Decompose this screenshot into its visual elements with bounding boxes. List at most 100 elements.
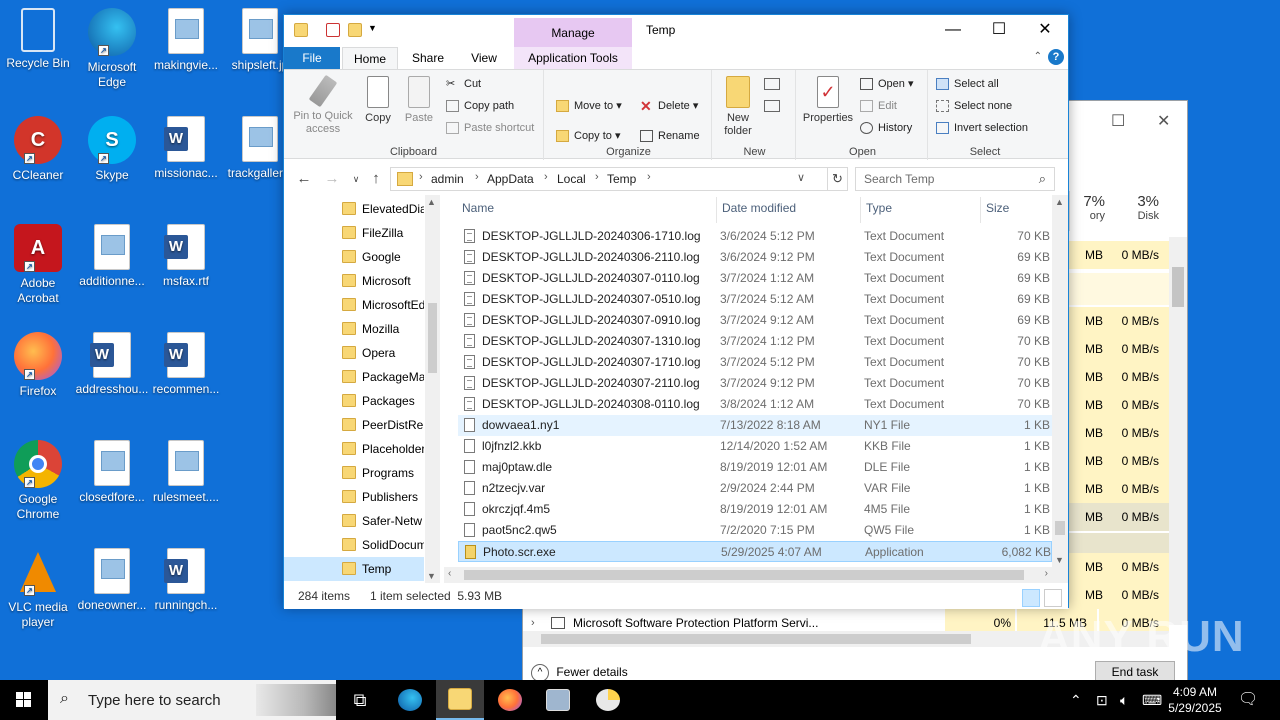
file-row[interactable]: Photo.scr.exe 5/29/2025 4:07 AM Applicatio… — [458, 541, 1052, 562]
file-row[interactable]: paot5nc2.qw5 7/2/2020 7:15 PM QW5 File 1 KB — [458, 520, 1052, 541]
file-row[interactable]: DESKTOP-JGLLJLD-20240307-1710.log 3/7/202… — [458, 352, 1052, 373]
file-list-hscrollbar[interactable]: ‹ › — [444, 567, 1052, 583]
file-row[interactable]: DESKTOP-JGLLJLD-20240307-2110.log 3/7/202… — [458, 373, 1052, 394]
pin-quick-access-button[interactable]: Pin to Quick access — [288, 74, 358, 136]
maximize-icon[interactable]: ☐ — [976, 15, 1022, 45]
nav-item-safer-netw[interactable]: Safer-Netw — [284, 509, 424, 533]
word-file-icon[interactable]: W runningch... — [148, 548, 224, 613]
vlc-icon[interactable]: ↗ VLC media player — [0, 548, 76, 630]
word-file-icon[interactable]: W addresshou... — [74, 332, 150, 397]
taskbar-clock[interactable]: 4:09 AM 5/29/2025 — [1160, 684, 1230, 716]
task-manager-taskbar-icon[interactable] — [584, 680, 632, 720]
recent-locations-icon[interactable]: ∨ — [346, 169, 366, 189]
nav-item-soliddocum[interactable]: SolidDocum — [284, 533, 424, 557]
close-icon[interactable]: ✕ — [1022, 15, 1068, 45]
file-row[interactable]: n2tzecjv.var 2/9/2024 2:44 PM VAR File 1 KB — [458, 478, 1052, 499]
nav-item-placeholder[interactable]: Placeholder — [284, 437, 424, 461]
close-icon[interactable]: ✕ — [1157, 111, 1170, 131]
image-file-icon[interactable]: doneowner... — [74, 548, 150, 613]
new-folder-icon[interactable] — [348, 23, 362, 37]
delete-button[interactable]: ✕ Delete ▾ — [640, 96, 698, 116]
file-row[interactable]: okrczjqf.4m5 8/19/2019 12:01 AM 4M5 File 1 … — [458, 499, 1052, 520]
nav-item-programs[interactable]: Programs — [284, 461, 424, 485]
tab-application-tools[interactable]: Application Tools — [514, 47, 632, 69]
new-item-icon[interactable] — [764, 78, 780, 90]
file-row[interactable]: DESKTOP-JGLLJLD-20240307-0110.log 3/7/202… — [458, 268, 1052, 289]
nav-item-publishers[interactable]: Publishers — [284, 485, 424, 509]
file-row[interactable]: maj0ptaw.dle 8/19/2019 12:01 AM DLE File 1 … — [458, 457, 1052, 478]
ccleaner-icon[interactable]: C ↗ CCleaner — [0, 116, 76, 183]
scroll-down-icon[interactable]: ▼ — [427, 571, 436, 581]
edit-button[interactable]: Edit — [860, 96, 897, 116]
breadcrumb-separator-icon[interactable]: › — [647, 171, 651, 183]
nav-item-temp[interactable]: Temp — [284, 557, 424, 581]
new-folder-button[interactable]: New folder — [718, 76, 758, 138]
image-file-icon[interactable]: additionne... — [74, 224, 150, 289]
scroll-down-icon[interactable]: ▼ — [1055, 555, 1064, 565]
rename-button[interactable]: Rename — [640, 126, 700, 146]
network-icon[interactable]: ⊡ — [1096, 680, 1108, 720]
nav-item-microsoft[interactable]: Microsoft — [284, 269, 424, 293]
breadcrumb-separator-icon[interactable]: › — [595, 171, 599, 183]
select-none-button[interactable]: Select none — [936, 96, 1012, 116]
breadcrumb-admin[interactable]: admin — [431, 172, 464, 186]
scroll-up-icon[interactable]: ▲ — [427, 197, 436, 207]
skype-icon[interactable]: S ↗ Skype — [74, 116, 150, 183]
large-icons-view-icon[interactable] — [1044, 589, 1062, 607]
firefox-taskbar-icon[interactable] — [486, 680, 534, 720]
word-file-icon[interactable]: W missionac... — [148, 116, 224, 181]
open-button[interactable]: Open ▾ — [860, 74, 914, 94]
image-file-icon[interactable]: rulesmeet.... — [148, 440, 224, 505]
paste-button[interactable]: Paste — [400, 76, 438, 125]
notification-icon[interactable]: 🗨︎ — [1238, 680, 1258, 720]
address-bar[interactable]: › admin › AppData › Local › Temp › ∨ — [390, 167, 828, 191]
nav-item-microsofted[interactable]: MicrosoftEd — [284, 293, 424, 317]
column-header-date[interactable]: Date modified — [722, 201, 796, 215]
copy-button[interactable]: Copy — [360, 76, 396, 125]
recycle-bin-icon[interactable]: Recycle Bin — [0, 8, 76, 71]
nav-item-packagema[interactable]: PackageMa — [284, 365, 424, 389]
properties-icon[interactable] — [326, 23, 340, 37]
taskbar-search-box[interactable]: ⌕ Type here to search — [48, 680, 336, 720]
refresh-icon[interactable]: ↻ — [828, 167, 848, 191]
control-panel-taskbar-icon[interactable] — [534, 680, 582, 720]
title-bar[interactable]: ▼ Manage Temp — ☐ ✕ — [284, 15, 1068, 48]
breadcrumb-appdata[interactable]: AppData — [487, 172, 534, 186]
google-chrome-icon[interactable]: ↗ Google Chrome — [0, 440, 76, 522]
qat-dropdown-icon[interactable]: ▼ — [368, 23, 377, 33]
maximize-icon[interactable]: ☐ — [1111, 111, 1125, 131]
memory-column-header[interactable]: 7% ory — [1069, 193, 1105, 222]
nav-item-google[interactable]: Google — [284, 245, 424, 269]
nav-item-mozilla[interactable]: Mozilla — [284, 317, 424, 341]
nav-item-peerdistrep[interactable]: PeerDistRep — [284, 413, 424, 437]
file-row[interactable]: DESKTOP-JGLLJLD-20240307-0910.log 3/7/202… — [458, 310, 1052, 331]
volume-icon[interactable]: 🔈︎ — [1120, 680, 1128, 720]
file-row[interactable]: DESKTOP-JGLLJLD-20240307-1310.log 3/7/202… — [458, 331, 1052, 352]
chevron-down-icon[interactable]: ∨ — [797, 171, 805, 184]
tab-file[interactable]: File — [284, 47, 340, 69]
details-view-icon[interactable] — [1022, 589, 1040, 607]
history-button[interactable]: History — [860, 118, 912, 138]
nav-item-elevateddia[interactable]: ElevatedDia — [284, 197, 424, 221]
edge-taskbar-icon[interactable] — [386, 680, 434, 720]
select-all-button[interactable]: Select all — [936, 74, 999, 94]
minimize-icon[interactable]: — — [930, 15, 976, 45]
tab-home[interactable]: Home — [342, 47, 398, 69]
word-file-icon[interactable]: W msfax.rtf — [148, 224, 224, 289]
file-row[interactable]: DESKTOP-JGLLJLD-20240307-0510.log 3/7/202… — [458, 289, 1052, 310]
scroll-up-icon[interactable]: ▲ — [1055, 197, 1064, 207]
manage-context-tab[interactable]: Manage — [514, 18, 632, 48]
file-row[interactable]: DESKTOP-JGLLJLD-20240306-2110.log 3/6/202… — [458, 247, 1052, 268]
tab-share[interactable]: Share — [402, 47, 454, 69]
column-header-type[interactable]: Type — [866, 201, 892, 215]
scroll-right-icon[interactable]: › — [1045, 568, 1048, 579]
copy-path-button[interactable]: Copy path — [446, 96, 514, 116]
file-explorer-taskbar-icon[interactable] — [436, 680, 484, 720]
invert-selection-button[interactable]: Invert selection — [936, 118, 1028, 138]
nav-item-opera[interactable]: Opera — [284, 341, 424, 365]
forward-arrow-icon[interactable]: → — [322, 169, 342, 189]
up-arrow-icon[interactable]: ↑ — [366, 169, 386, 189]
tab-view[interactable]: View — [458, 47, 510, 69]
nav-item-filezilla[interactable]: FileZilla — [284, 221, 424, 245]
properties-button[interactable]: ✓ Properties — [800, 76, 856, 125]
